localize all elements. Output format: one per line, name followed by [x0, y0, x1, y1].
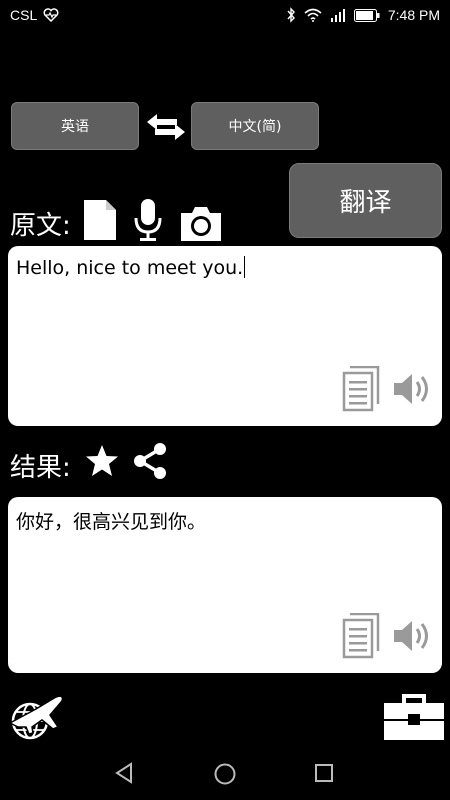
source-label: 原文:: [10, 211, 71, 241]
open-file-button[interactable]: [82, 198, 118, 246]
result-text-area: 你好，很高兴见到你。: [16, 507, 206, 534]
navigation-bar: [0, 740, 450, 800]
share-button[interactable]: [131, 442, 169, 484]
voice-input-button[interactable]: [133, 198, 163, 246]
copy-icon: [342, 612, 380, 659]
recents-icon: [315, 764, 333, 782]
favorite-button[interactable]: [84, 444, 120, 482]
toolbox-icon: [384, 694, 444, 740]
swap-arrows-icon: [147, 114, 185, 140]
result-label: 结果:: [10, 453, 71, 483]
speak-source-button[interactable]: [392, 369, 436, 413]
file-icon: [84, 200, 116, 240]
copy-source-button[interactable]: [342, 365, 380, 416]
nav-back-button[interactable]: [113, 762, 135, 788]
star-icon: [86, 445, 118, 476]
speaker-icon: [394, 374, 428, 404]
share-icon: [134, 443, 166, 479]
back-icon: [115, 762, 132, 784]
speaker-icon: [394, 621, 428, 651]
source-text-area[interactable]: Hello, nice to meet you.: [16, 256, 246, 279]
clock: 7:48 PM: [387, 7, 440, 23]
status-bar: CSL 7:48 PM: [0, 0, 450, 32]
source-language-button[interactable]: 英语: [11, 102, 139, 150]
swap-languages-button[interactable]: [145, 112, 187, 146]
camera-input-button[interactable]: [178, 205, 224, 247]
toolbox-button[interactable]: [383, 693, 445, 745]
microphone-icon: [134, 199, 162, 241]
result-text: 你好，很高兴见到你。: [16, 511, 207, 533]
text-caret: [244, 256, 246, 278]
source-text-box[interactable]: Hello, nice to meet you.: [8, 246, 442, 426]
signal-icon: [330, 9, 345, 22]
result-text-box: 你好，很高兴见到你。: [8, 497, 442, 673]
nav-recents-button[interactable]: [314, 763, 334, 787]
result-box-actions: [342, 612, 436, 663]
status-left: CSL: [10, 7, 59, 23]
home-icon: [214, 763, 236, 785]
source-box-actions: [342, 365, 436, 416]
wifi-icon: [304, 8, 322, 22]
app-logo-button[interactable]: [6, 693, 66, 745]
camera-icon: [181, 207, 221, 241]
translate-button[interactable]: 翻译: [289, 163, 442, 238]
copy-icon: [342, 365, 380, 412]
nav-home-button[interactable]: [213, 762, 237, 790]
status-right: 7:48 PM: [286, 7, 440, 23]
bluetooth-icon: [287, 7, 295, 23]
source-language-label: 英语: [61, 119, 89, 135]
target-language-button[interactable]: 中文(简): [191, 102, 319, 150]
carrier-label: CSL: [10, 7, 38, 23]
heart-monitor-icon: [43, 8, 59, 22]
translate-button-label: 翻译: [339, 188, 392, 218]
copy-result-button[interactable]: [342, 612, 380, 663]
battery-icon: [353, 8, 380, 22]
target-language-label: 中文(简): [228, 119, 282, 135]
speak-result-button[interactable]: [392, 616, 436, 660]
globe-plane-icon: [8, 695, 64, 740]
source-text: Hello, nice to meet you.: [16, 257, 244, 279]
